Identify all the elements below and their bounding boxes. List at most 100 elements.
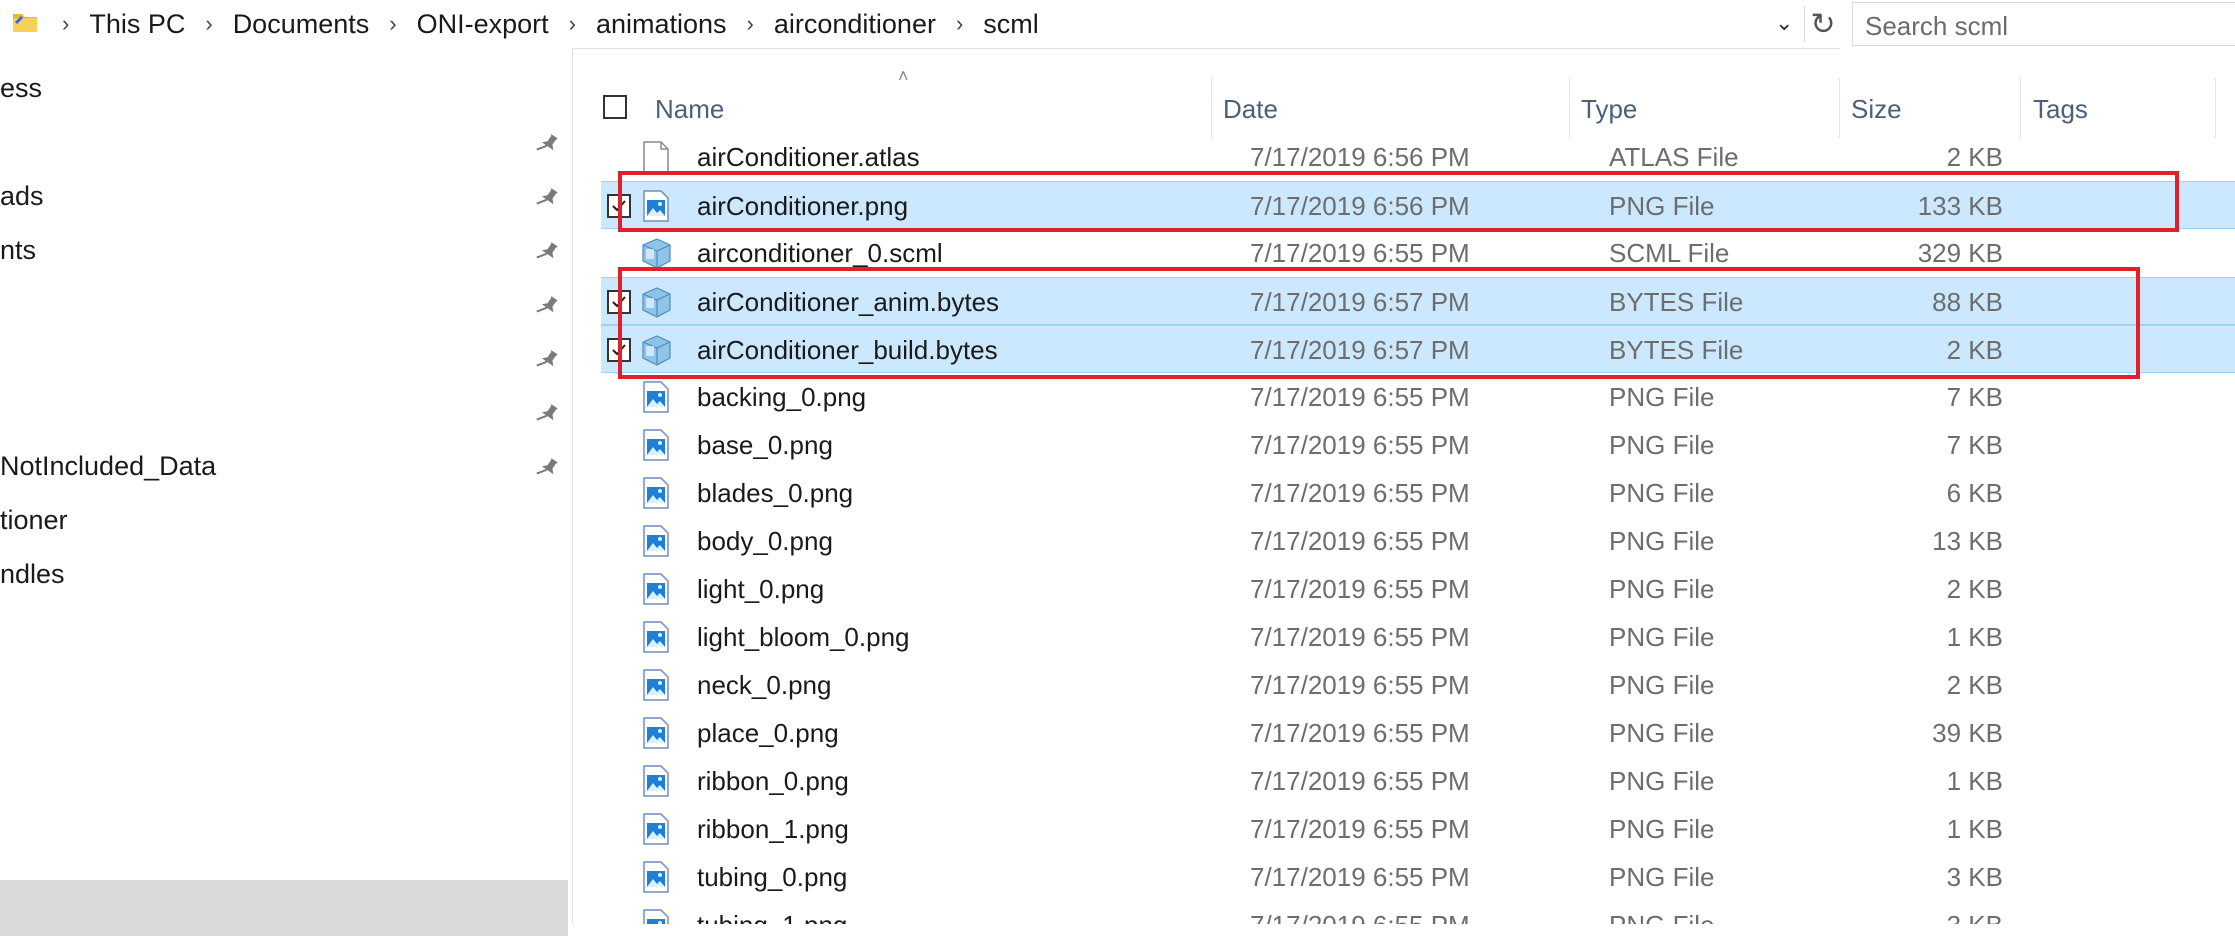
file-row[interactable]: base_0.png 7/17/2019 6:55 PM PNG File 7 KB	[601, 421, 2235, 469]
column-date[interactable]: Date	[1223, 94, 1278, 125]
file-type: PNG File	[1609, 766, 1715, 796]
file-date: 7/17/2019 6:55 PM	[1250, 910, 1470, 924]
breadcrumb-item[interactable]: This PC	[79, 9, 195, 40]
file-size: 3 KB	[1947, 910, 2003, 924]
image-file-icon	[643, 429, 669, 461]
breadcrumb-item[interactable]: airconditioner	[764, 9, 946, 40]
image-file-icon	[643, 477, 669, 509]
file-size: 1 KB	[1946, 814, 2003, 844]
file-row[interactable]: neck_0.png 7/17/2019 6:55 PM PNG File 2 KB	[601, 661, 2235, 709]
pin-icon[interactable]	[530, 396, 566, 432]
file-name: light_0.png	[697, 574, 825, 604]
file-size: 7 KB	[1946, 382, 2003, 412]
file-row[interactable]: ribbon_0.png 7/17/2019 6:55 PM PNG File 1 K…	[601, 757, 2235, 805]
nav-item[interactable]: ads	[0, 181, 44, 212]
column-size[interactable]: Size	[1851, 94, 1902, 125]
breadcrumb-item[interactable]: animations	[586, 9, 737, 40]
file-type: PNG File	[1609, 910, 1714, 924]
file-type: SCML File	[1609, 238, 1730, 268]
file-type: PNG File	[1609, 478, 1715, 508]
file-date: 7/17/2019 6:55 PM	[1250, 718, 1470, 748]
pin-icon[interactable]	[530, 234, 566, 270]
file-date: 7/17/2019 6:55 PM	[1250, 670, 1470, 700]
sort-caret-icon: ˄	[898, 66, 909, 86]
refresh-icon: ↻	[1810, 7, 1836, 41]
file-size: 2 KB	[1946, 142, 2003, 172]
address-bar[interactable]: › This PC › Documents › ONI-export › animations…	[0, 0, 1840, 49]
file-name: place_0.png	[697, 718, 839, 748]
file-row[interactable]: light_0.png 7/17/2019 6:55 PM PNG File 2 KB	[601, 565, 2235, 613]
file-name: ribbon_0.png	[697, 766, 849, 796]
pin-icon[interactable]	[530, 180, 566, 216]
pin-icon[interactable]	[530, 288, 566, 324]
breadcrumb-separator-icon[interactable]: ›	[737, 11, 764, 37]
search-input[interactable]: Search scml	[1852, 2, 2235, 46]
file-list: ˄ Name Date Type Size Tags airConditione…	[573, 48, 2235, 924]
breadcrumb-separator-icon[interactable]: ›	[52, 11, 79, 37]
nav-item[interactable]: nts	[0, 235, 36, 266]
file-type: PNG File	[1609, 670, 1715, 700]
file-date: 7/17/2019 6:55 PM	[1250, 478, 1470, 508]
folder-icon	[13, 14, 37, 32]
breadcrumb-separator-icon[interactable]: ›	[946, 11, 973, 37]
file-size: 39 KB	[1932, 718, 2003, 748]
file-name: ribbon_1.png	[697, 814, 849, 844]
generic-file-icon	[642, 238, 671, 269]
nav-selected-item[interactable]	[0, 880, 568, 936]
image-file-icon	[643, 765, 669, 797]
file-date: 7/17/2019 6:55 PM	[1250, 574, 1470, 604]
select-all-checkbox[interactable]	[603, 95, 627, 119]
nav-item[interactable]: ndles	[0, 559, 65, 590]
breadcrumb: › This PC › Documents › ONI-export › animations…	[52, 0, 1049, 48]
file-date: 7/17/2019 6:55 PM	[1250, 430, 1470, 460]
image-file-icon	[643, 669, 669, 701]
file-size: 1 KB	[1946, 766, 2003, 796]
file-row[interactable]: light_bloom_0.png 7/17/2019 6:55 PM PNG Fi…	[601, 613, 2235, 661]
file-row[interactable]: tubing_0.png 7/17/2019 6:55 PM PNG File 3 K…	[601, 853, 2235, 901]
column-header-row: ˄ Name Date Type Size Tags	[573, 66, 2235, 138]
column-tags[interactable]: Tags	[2033, 94, 2088, 125]
file-size: 3 KB	[1946, 862, 2003, 892]
breadcrumb-separator-icon[interactable]: ›	[195, 11, 222, 37]
breadcrumb-item[interactable]: ONI-export	[407, 9, 559, 40]
pin-icon[interactable]	[530, 126, 566, 162]
file-name: neck_0.png	[697, 670, 832, 700]
column-type[interactable]: Type	[1581, 94, 1637, 125]
file-name: base_0.png	[697, 430, 833, 460]
breadcrumb-item[interactable]: scml	[973, 9, 1049, 40]
nav-item[interactable]: ess	[0, 73, 42, 104]
file-type: PNG File	[1609, 814, 1715, 844]
file-date: 7/17/2019 6:55 PM	[1250, 862, 1470, 892]
image-file-icon	[643, 813, 669, 845]
pin-icon[interactable]	[530, 450, 566, 486]
breadcrumb-item[interactable]: Documents	[223, 9, 380, 40]
nav-item[interactable]: tioner	[0, 505, 68, 536]
image-file-icon	[643, 573, 669, 605]
file-date: 7/17/2019 6:55 PM	[1250, 814, 1470, 844]
file-date: 7/17/2019 6:55 PM	[1250, 622, 1470, 652]
image-file-icon	[643, 381, 669, 413]
file-row[interactable]: place_0.png 7/17/2019 6:55 PM PNG File 39 K…	[601, 709, 2235, 757]
file-row[interactable]: backing_0.png 7/17/2019 6:55 PM PNG File 7 …	[601, 373, 2235, 421]
breadcrumb-separator-icon[interactable]: ›	[379, 11, 406, 37]
file-row[interactable]: blades_0.png 7/17/2019 6:55 PM PNG File 6 K…	[601, 469, 2235, 517]
file-type: PNG File	[1609, 382, 1715, 412]
file-row[interactable]: body_0.png 7/17/2019 6:55 PM PNG File 13 KB	[601, 517, 2235, 565]
file-row[interactable]: ribbon_1.png 7/17/2019 6:55 PM PNG File 1 K…	[601, 805, 2235, 853]
file-type: PNG File	[1609, 526, 1715, 556]
refresh-button[interactable]: ↻	[1804, 6, 1841, 42]
file-size: 2 KB	[1946, 670, 2003, 700]
file-type: PNG File	[1609, 574, 1715, 604]
file-date: 7/17/2019 6:55 PM	[1250, 766, 1470, 796]
file-type: ATLAS File	[1609, 142, 1739, 172]
chevron-down-icon[interactable]: ⌄	[1775, 10, 1793, 36]
pin-icon[interactable]	[530, 342, 566, 378]
image-file-icon	[643, 909, 669, 924]
breadcrumb-separator-icon[interactable]: ›	[559, 11, 586, 37]
file-name: backing_0.png	[697, 382, 867, 412]
text-file-icon	[643, 141, 669, 173]
file-row[interactable]: tubing_1.png 7/17/2019 6:55 PM PNG File 3 K…	[601, 901, 2235, 924]
file-date: 7/17/2019 6:55 PM	[1250, 526, 1470, 556]
nav-item[interactable]: NotIncluded_Data	[0, 451, 216, 482]
column-name[interactable]: Name	[655, 94, 724, 125]
